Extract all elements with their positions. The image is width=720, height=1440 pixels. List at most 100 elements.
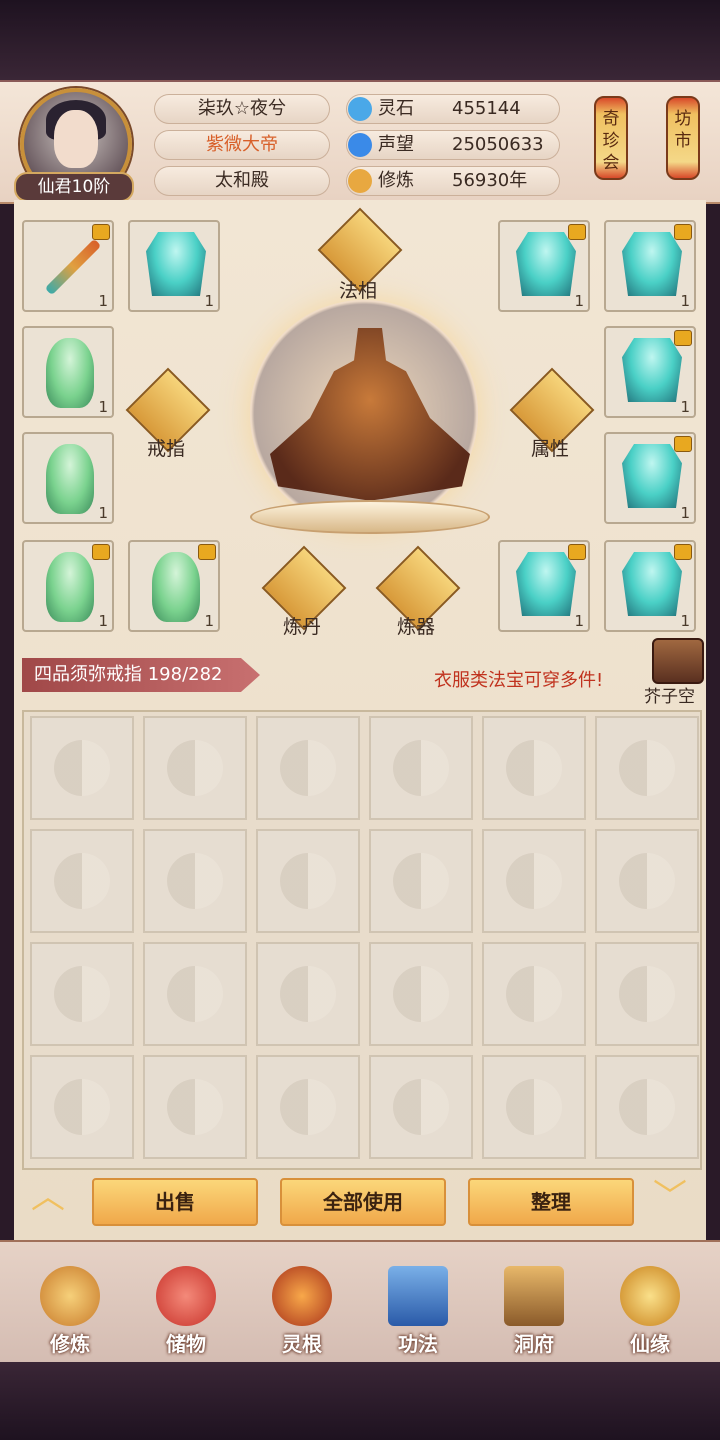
inventory-slot[interactable] <box>369 829 473 933</box>
player-hall: 太和殿 <box>154 166 330 196</box>
reputation-icon <box>348 133 372 157</box>
alchemy-label: 炼丹 <box>282 616 321 638</box>
equip-slot-spirit[interactable]: 1 <box>22 432 114 524</box>
item-count: 1 <box>98 398 108 416</box>
inventory-slot[interactable] <box>30 829 134 933</box>
item-count: 1 <box>680 398 690 416</box>
inventory-slot[interactable] <box>595 942 699 1046</box>
equip-slot-robe[interactable]: 1 <box>498 540 590 632</box>
inventory-slot[interactable] <box>595 1055 699 1159</box>
equip-slot-robe[interactable]: 1 <box>604 540 696 632</box>
equip-slot-spirit[interactable]: 1 <box>22 540 114 632</box>
spirit-root-icon <box>272 1266 332 1326</box>
inventory-slot[interactable] <box>482 829 586 933</box>
yin-yang-icon <box>54 966 110 1022</box>
storage-bag-icon <box>156 1266 216 1326</box>
inventory-slot[interactable] <box>30 942 134 1046</box>
robe-icon <box>622 552 682 616</box>
nav-technique[interactable]: 功法 <box>368 1266 468 1358</box>
item-count: 1 <box>204 612 214 630</box>
equip-slot-robe[interactable]: 1 <box>498 220 590 312</box>
inventory-slot[interactable] <box>369 716 473 820</box>
treasure-auction-button[interactable]: 奇珍会 <box>594 96 628 180</box>
robe-icon <box>516 552 576 616</box>
nav-label: 修炼 <box>50 1332 90 1356</box>
bottom-nav: 修炼 储物 灵根 功法 洞府 仙缘 <box>0 1240 720 1364</box>
nav-label: 功法 <box>398 1332 438 1356</box>
resource-cultivation: 修炼 56930年 <box>346 166 560 196</box>
yin-yang-icon <box>54 740 110 796</box>
resource-reputation: 声望 25050633 <box>346 130 560 160</box>
inventory-slot[interactable] <box>143 942 247 1046</box>
inventory-slot[interactable] <box>30 716 134 820</box>
inventory-slot[interactable] <box>256 1055 360 1159</box>
yin-yang-icon <box>280 740 336 796</box>
inventory-slot[interactable] <box>256 716 360 820</box>
attributes-label: 属性 <box>530 438 569 460</box>
lock-icon <box>198 544 216 560</box>
scroll-down-arrow[interactable]: ﹀ <box>650 1180 690 1214</box>
treasure-chest-icon[interactable] <box>652 638 704 684</box>
nav-storage[interactable]: 储物 <box>136 1266 236 1358</box>
inventory-slot[interactable] <box>30 1055 134 1159</box>
avatar-face <box>54 110 98 168</box>
yin-yang-icon <box>54 1079 110 1135</box>
status-bar <box>0 0 720 80</box>
lock-icon <box>674 436 692 452</box>
spirit-figure-icon <box>46 338 94 408</box>
item-count: 1 <box>98 292 108 310</box>
item-count: 1 <box>98 504 108 522</box>
inventory-slot[interactable] <box>143 829 247 933</box>
use-all-button[interactable]: 全部使用 <box>280 1178 446 1226</box>
equip-slot-robe[interactable]: 1 <box>604 432 696 524</box>
scroll-up-arrow[interactable]: ︿ <box>28 1180 68 1214</box>
yin-yang-icon <box>167 740 223 796</box>
yin-yang-icon <box>393 966 449 1022</box>
inventory-slot[interactable] <box>256 829 360 933</box>
nav-label: 储物 <box>166 1332 206 1356</box>
yin-yang-icon <box>619 966 675 1022</box>
yin-yang-icon <box>506 740 562 796</box>
nav-cave[interactable]: 洞府 <box>484 1266 584 1358</box>
spirit-figure-icon <box>152 552 200 622</box>
inventory-slot[interactable] <box>595 716 699 820</box>
sort-button[interactable]: 整理 <box>468 1178 634 1226</box>
inventory-slot[interactable] <box>482 942 586 1046</box>
yin-yang-icon <box>167 1079 223 1135</box>
inventory-slot[interactable] <box>369 942 473 1046</box>
equip-slot-robe[interactable]: 1 <box>604 220 696 312</box>
equip-slot-robe[interactable]: 1 <box>128 220 220 312</box>
market-button[interactable]: 坊市 <box>666 96 700 180</box>
inventory-slot[interactable] <box>256 942 360 1046</box>
resource-label: 声望 <box>378 134 414 155</box>
yin-yang-icon <box>280 966 336 1022</box>
lock-icon <box>674 544 692 560</box>
equip-slot-weapon[interactable]: 1 <box>22 220 114 312</box>
sell-button[interactable]: 出售 <box>92 1178 258 1226</box>
inventory-slot[interactable] <box>369 1055 473 1159</box>
inventory-slot[interactable] <box>482 716 586 820</box>
robe-icon <box>622 232 682 296</box>
inventory-slot[interactable] <box>482 1055 586 1159</box>
equip-slot-spirit[interactable]: 1 <box>128 540 220 632</box>
robe-icon <box>622 338 682 402</box>
nav-label: 仙缘 <box>630 1332 670 1356</box>
immortal-fate-icon <box>620 1266 680 1326</box>
nav-immortal-fate[interactable]: 仙缘 <box>600 1266 700 1358</box>
forging-label: 炼器 <box>396 616 435 638</box>
equip-slot-spirit[interactable]: 1 <box>22 326 114 418</box>
item-count: 1 <box>680 504 690 522</box>
cultivation-nav-icon <box>40 1266 100 1326</box>
player-title[interactable]: 紫微大帝 <box>154 130 330 160</box>
inventory-slot[interactable] <box>143 1055 247 1159</box>
item-count: 1 <box>574 612 584 630</box>
nav-spirit-root[interactable]: 灵根 <box>252 1266 352 1358</box>
resource-value: 25050633 <box>452 134 544 155</box>
lock-icon <box>568 224 586 240</box>
inventory-slot[interactable] <box>143 716 247 820</box>
inventory-slot[interactable] <box>595 829 699 933</box>
nav-cultivation[interactable]: 修炼 <box>20 1266 120 1358</box>
resource-spirit-stone: 灵石 455144 <box>346 94 560 124</box>
equip-slot-robe[interactable]: 1 <box>604 326 696 418</box>
yin-yang-icon <box>54 853 110 909</box>
